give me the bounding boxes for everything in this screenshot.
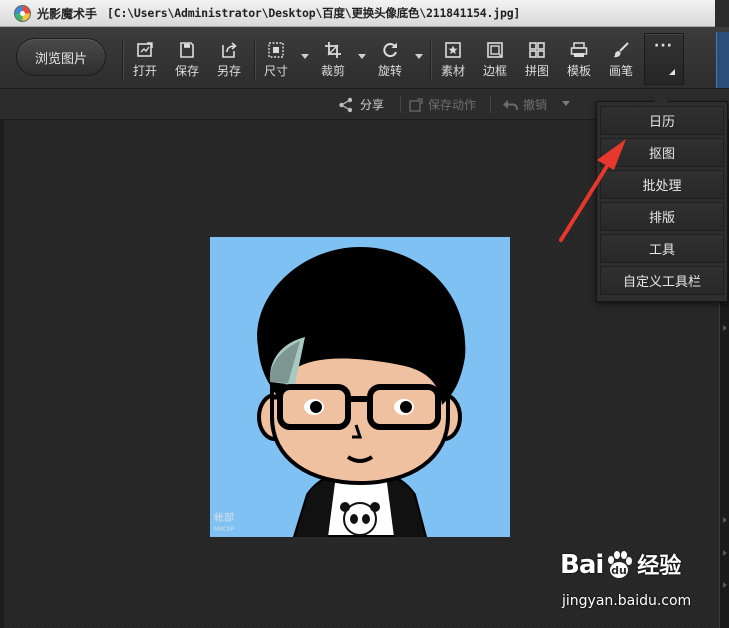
undo-button[interactable]: 撤销	[502, 96, 547, 113]
signature-text: 帐部	[214, 513, 234, 524]
action-separator	[400, 96, 401, 113]
undo-label: 撤销	[523, 98, 548, 112]
watermark-bai: Bai	[560, 550, 604, 580]
menu-item-tools[interactable]: 工具	[600, 234, 724, 263]
undo-dropdown-icon[interactable]	[562, 101, 570, 106]
resize-button[interactable]: 尺寸	[264, 40, 309, 80]
signature-sub-text: MYCYP	[214, 526, 234, 533]
right-panel-tab[interactable]	[716, 32, 729, 88]
save-label: 保存	[175, 64, 200, 78]
action-separator	[490, 96, 491, 113]
collapse-marker-icon[interactable]	[723, 550, 727, 556]
more-corner-icon	[669, 69, 675, 75]
baidu-logo: Bai du 经验	[560, 548, 681, 580]
main-toolbar: 浏览图片 打开 保存 另存 尺寸 裁剪 旋转 素材 边框 拼图 模板 画笔 ··…	[0, 27, 729, 89]
share-button[interactable]: 分享	[338, 96, 384, 113]
paw-icon: du	[604, 550, 634, 580]
material-icon	[443, 40, 463, 60]
save-action-button[interactable]: 保存动作	[409, 96, 476, 113]
brush-button[interactable]: 画笔	[609, 40, 633, 80]
template-icon	[569, 40, 589, 60]
template-button[interactable]: 模板	[567, 40, 591, 80]
share-label: 分享	[360, 98, 385, 112]
save-as-icon	[219, 40, 239, 60]
collage-button[interactable]: 拼图	[525, 40, 549, 80]
rotate-dropdown-icon[interactable]	[415, 54, 423, 59]
open-button[interactable]: 打开	[133, 40, 157, 80]
app-logo-icon	[14, 4, 31, 22]
toolbar-separator	[254, 41, 255, 79]
menu-item-layout[interactable]: 排版	[600, 202, 724, 231]
title-bar: 光影魔术手 [C:\Users\Administrator\Desktop\百度…	[0, 0, 729, 27]
brush-icon	[611, 40, 631, 60]
border-label: 边框	[483, 64, 508, 78]
collage-label: 拼图	[525, 64, 550, 78]
watermark-url: jingyan.baidu.com	[562, 593, 692, 609]
title-bar-edge	[715, 0, 729, 27]
file-path: [C:\Users\Administrator\Desktop\百度\更换头像底…	[107, 6, 521, 20]
photo-signature: 帐部 MYCYP	[214, 514, 234, 535]
collapse-marker-icon[interactable]	[723, 517, 727, 523]
template-label: 模板	[567, 64, 592, 78]
collage-icon	[527, 40, 547, 60]
collapse-marker-icon[interactable]	[723, 325, 727, 331]
watermark-du: du	[611, 564, 627, 577]
brush-label: 画笔	[609, 64, 634, 78]
resize-dropdown-icon[interactable]	[301, 54, 309, 59]
open-icon	[135, 40, 155, 60]
more-tools-button[interactable]: ···	[644, 33, 684, 85]
rotate-icon	[380, 40, 400, 60]
baidu-jingyan-watermark: Bai du 经验 jingyan.baidu.com	[560, 548, 720, 618]
menu-item-custom-toolbar[interactable]: 自定义工具栏	[600, 266, 724, 295]
avatar-photo	[210, 237, 510, 537]
undo-icon	[503, 99, 518, 110]
save-action-icon	[409, 97, 423, 112]
watermark-jingyan: 经验	[637, 554, 682, 579]
border-button[interactable]: 边框	[483, 40, 507, 80]
save-icon	[177, 40, 197, 60]
collapse-marker-icon[interactable]	[723, 582, 727, 588]
save-as-label: 另存	[217, 64, 242, 78]
crop-button[interactable]: 裁剪	[321, 40, 366, 80]
toolbar-separator	[122, 41, 123, 79]
more-tools-menu: 日历 抠图 批处理 排版 工具 自定义工具栏	[596, 95, 728, 302]
app-title: 光影魔术手	[37, 6, 98, 21]
open-label: 打开	[133, 64, 158, 78]
resize-label: 尺寸	[264, 64, 289, 78]
save-as-button[interactable]: 另存	[217, 40, 241, 80]
material-label: 素材	[441, 64, 466, 78]
browse-images-button[interactable]: 浏览图片	[16, 38, 106, 76]
border-icon	[485, 40, 505, 60]
crop-icon	[323, 40, 343, 60]
save-action-label: 保存动作	[428, 98, 477, 112]
rotate-button[interactable]: 旋转	[378, 40, 423, 80]
rotate-label: 旋转	[378, 64, 403, 78]
menu-item-batch[interactable]: 批处理	[600, 170, 724, 199]
save-button[interactable]: 保存	[175, 40, 199, 80]
menu-item-calendar[interactable]: 日历	[600, 106, 724, 135]
material-button[interactable]: 素材	[441, 40, 465, 80]
more-dots-icon: ···	[654, 38, 673, 54]
crop-label: 裁剪	[321, 64, 346, 78]
share-icon	[339, 97, 353, 112]
toolbar-separator	[430, 41, 431, 79]
resize-icon	[266, 40, 286, 60]
menu-item-cutout[interactable]: 抠图	[600, 138, 724, 167]
crop-dropdown-icon[interactable]	[358, 54, 366, 59]
